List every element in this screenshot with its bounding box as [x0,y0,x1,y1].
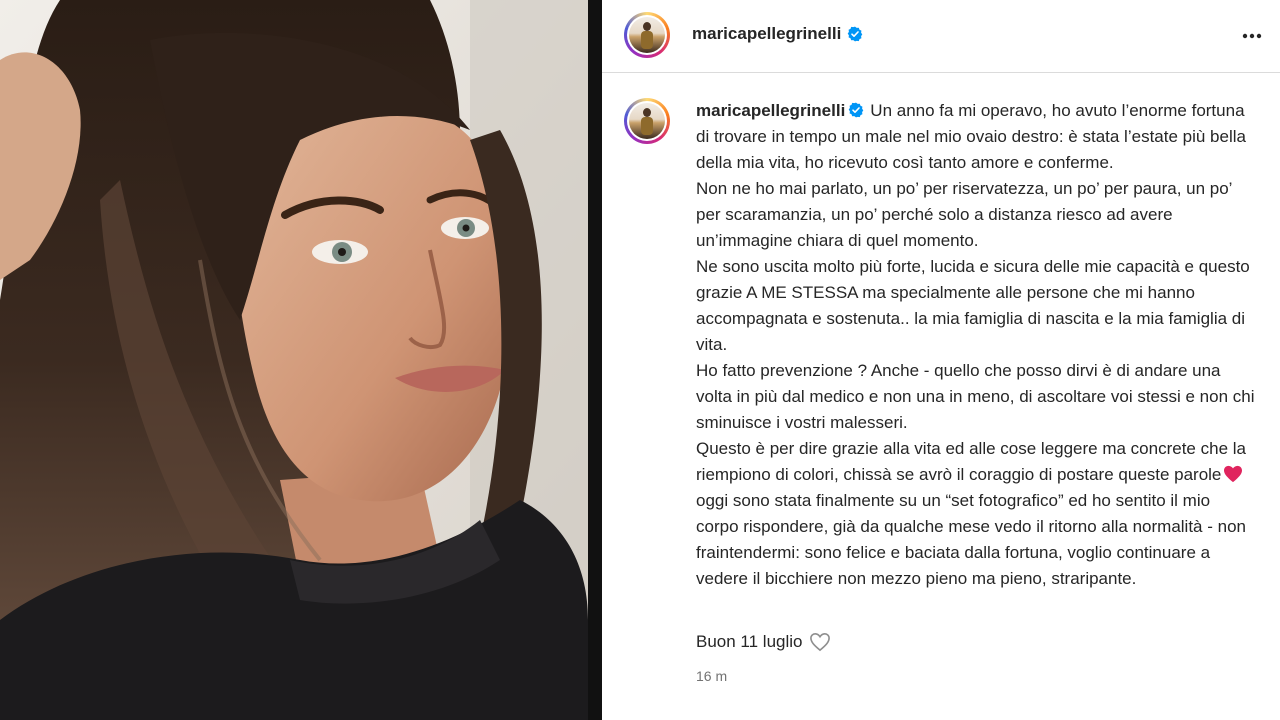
instagram-post-view: maricapellegrinelli maricapellegrinelli U… [0,0,1280,720]
caption-avatar[interactable] [624,98,670,144]
avatar-photo [629,103,665,139]
post-timestamp: 16 m [696,668,728,684]
post-header: maricapellegrinelli [602,0,1280,73]
more-options-button[interactable] [1240,24,1264,48]
verified-badge-icon [847,26,863,42]
avatar[interactable] [624,12,670,58]
portrait-image [0,0,588,720]
caption-text-part1: Un anno fa mi operavo, ho avuto l’enorme… [696,101,1255,484]
avatar-photo [629,17,665,53]
username-label[interactable]: maricapellegrinelli [692,24,841,44]
post-caption: maricapellegrinelli Un anno fa mi operavo… [696,98,1256,592]
avatar-ring-inner [627,101,667,141]
caption-closing: Buon 11 luglio [696,632,803,651]
panel-divider [588,0,602,720]
caption-username[interactable]: maricapellegrinelli [696,101,845,120]
verified-badge-icon [848,102,864,118]
caption-closing-row: Buon 11 luglio [696,632,831,652]
more-horizontal-icon [1242,33,1262,39]
post-panel: maricapellegrinelli maricapellegrinelli U… [602,0,1280,720]
heart-outline-icon[interactable] [809,632,831,652]
avatar-ring-inner [627,15,667,55]
post-username[interactable]: maricapellegrinelli [692,24,863,44]
red-heart-emoji-icon [1224,465,1243,483]
post-photo [0,0,588,720]
